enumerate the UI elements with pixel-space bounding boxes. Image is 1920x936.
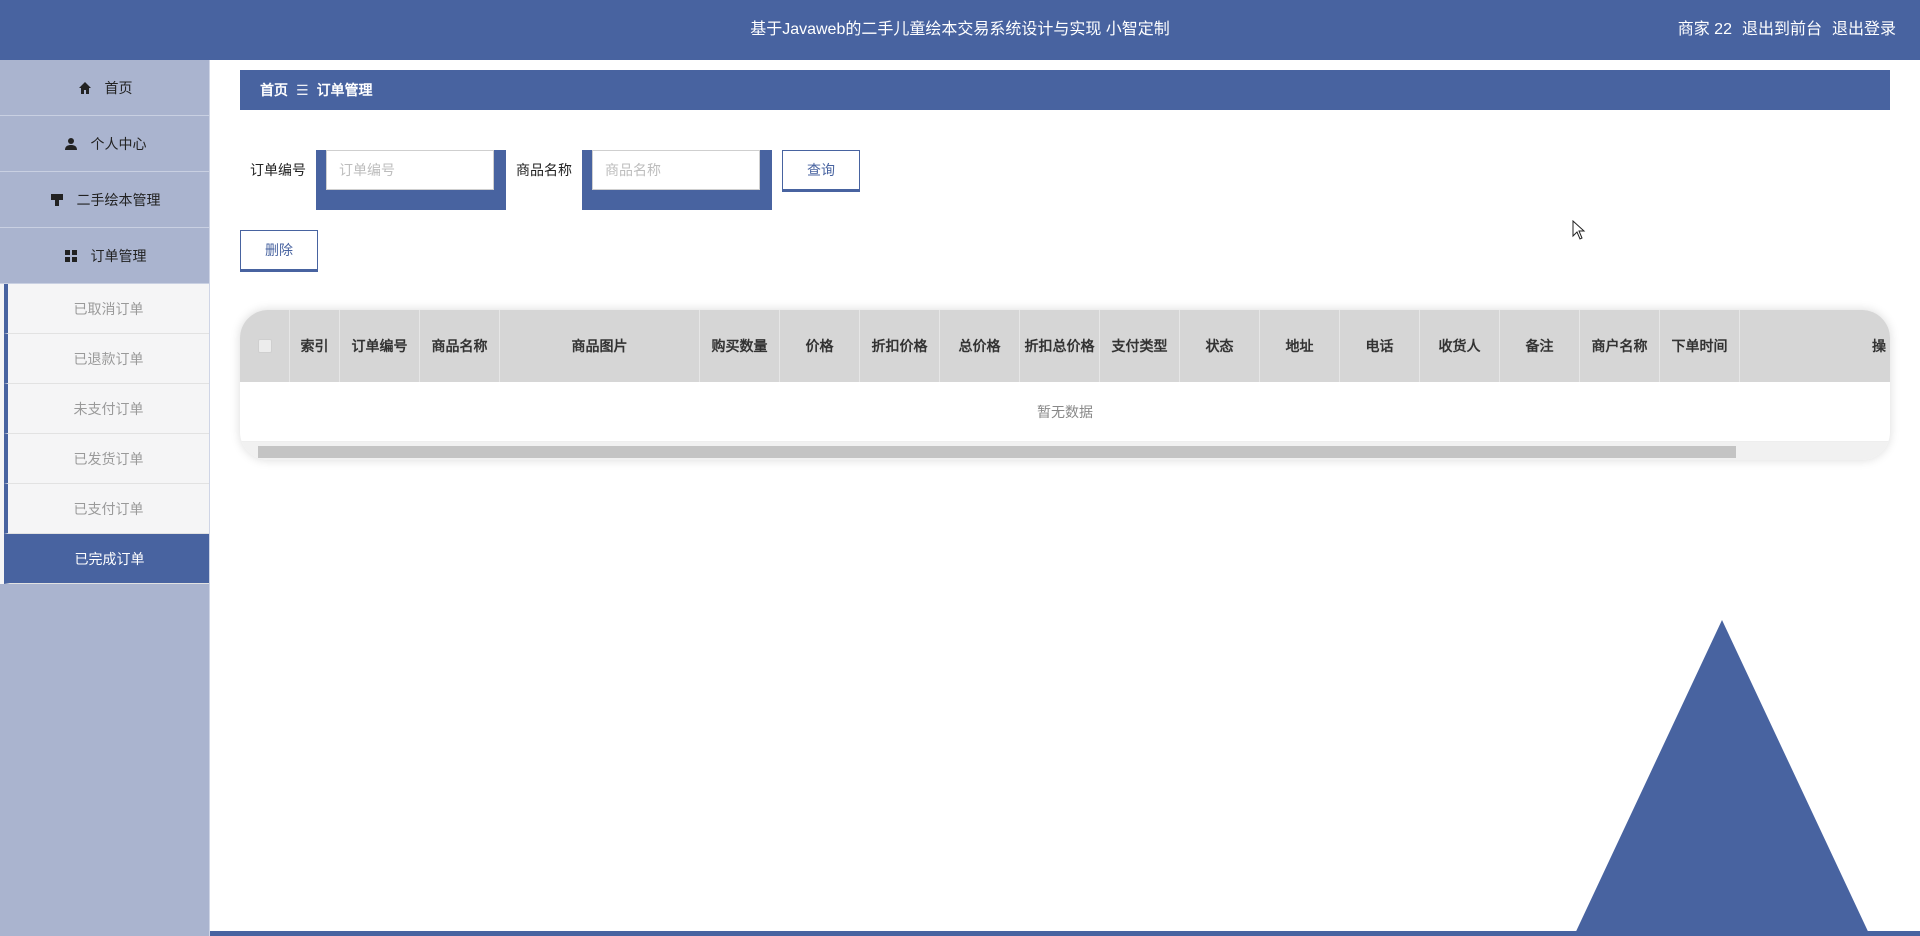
column-header[interactable]: 支付类型 (1100, 310, 1180, 382)
empty-text: 暂无数据 (1037, 403, 1093, 420)
column-header[interactable]: 下单时间 (1660, 310, 1740, 382)
goods-name-label: 商品名称 (516, 162, 572, 178)
sidebar-item-label: 个人中心 (90, 135, 147, 152)
column-header[interactable]: 电话 (1340, 310, 1420, 382)
header-actions: 商家 22 退出到前台 退出登录 (1678, 0, 1896, 60)
table-empty-row: 暂无数据 (240, 382, 1890, 442)
breadcrumb-home[interactable]: 首页 (260, 80, 288, 100)
breadcrumb-separator-icon: ☰ (296, 81, 309, 98)
column-header[interactable]: 收货人 (1420, 310, 1500, 382)
table-header: 索引 订单编号 商品名称 商品图片 购买数量 价格 折扣价格 总价格 折扣总价格… (240, 310, 1890, 382)
user-icon (63, 136, 79, 152)
order-submenu: 已取消订单 已退款订单 未支付订单 已发货订单 已支付订单 已完成订单 (0, 284, 209, 584)
sidebar-item-label: 二手绘本管理 (76, 191, 161, 208)
column-header[interactable]: 总价格 (940, 310, 1020, 382)
grid-icon (63, 248, 79, 264)
column-header[interactable]: 购买数量 (700, 310, 780, 382)
column-header[interactable]: 地址 (1260, 310, 1340, 382)
sidebar: 首页 个人中心 二手绘本管理 订单管理 已取消订单 已退款订单 未支付订单 已发… (0, 60, 210, 936)
submenu-item-shipped-orders[interactable]: 已发货订单 (4, 434, 209, 484)
sidebar-item-label: 订单管理 (90, 247, 147, 264)
goods-name-input[interactable] (592, 150, 760, 190)
paint-brush-icon (49, 192, 65, 208)
submenu-item-cancelled-orders[interactable]: 已取消订单 (4, 284, 209, 334)
select-all-checkbox[interactable] (257, 339, 272, 353)
breadcrumb: 首页 ☰ 订单管理 (240, 70, 1890, 110)
sidebar-item-order-management[interactable]: 订单管理 (0, 228, 209, 284)
sidebar-item-personal-center[interactable]: 个人中心 (0, 116, 209, 172)
select-all-cell (240, 310, 290, 382)
query-button[interactable]: 查询 (782, 150, 860, 190)
column-header[interactable]: 订单编号 (340, 310, 420, 382)
decorative-triangle (1573, 620, 1871, 936)
order-no-label: 订单编号 (250, 162, 306, 178)
order-no-input[interactable] (326, 150, 494, 190)
home-icon (77, 80, 93, 96)
column-header: 操 (1872, 338, 1886, 354)
submenu-item-unpaid-orders[interactable]: 未支付订单 (4, 384, 209, 434)
top-header: 基于Javaweb的二手儿童绘本交易系统设计与实现 小智定制 商家 22 退出到… (0, 0, 1920, 60)
horizontal-scrollbar[interactable] (240, 442, 1890, 460)
goods-name-field-wrapper (582, 150, 772, 210)
orders-table: 索引 订单编号 商品名称 商品图片 购买数量 价格 折扣价格 总价格 折扣总价格… (240, 310, 1890, 460)
bottom-border (210, 931, 1920, 936)
column-header[interactable]: 商品名称 (420, 310, 500, 382)
breadcrumb-current: 订单管理 (316, 82, 373, 98)
column-header[interactable]: 状态 (1180, 310, 1260, 382)
logout-link[interactable]: 退出登录 (1832, 0, 1896, 60)
sidebar-item-home[interactable]: 首页 (0, 60, 209, 116)
delete-button[interactable]: 删除 (240, 230, 318, 270)
column-header[interactable]: 折扣价格 (860, 310, 940, 382)
submenu-item-completed-orders[interactable]: 已完成订单 (4, 534, 209, 584)
sidebar-item-label: 首页 (104, 79, 133, 96)
mouse-cursor-icon (1572, 220, 1586, 240)
search-bar: 订单编号 商品名称 查询 (250, 150, 860, 210)
back-to-front-link[interactable]: 退出到前台 (1742, 0, 1822, 60)
current-user: 商家 22 (1677, 21, 1732, 38)
app-title: 基于Javaweb的二手儿童绘本交易系统设计与实现 小智定制 (750, 21, 1170, 38)
column-header[interactable]: 备注 (1500, 310, 1580, 382)
scrollbar-thumb[interactable] (258, 446, 1736, 458)
column-header[interactable]: 商户名称 (1580, 310, 1660, 382)
column-header[interactable]: 价格 (780, 310, 860, 382)
submenu-item-refunded-orders[interactable]: 已退款订单 (4, 334, 209, 384)
order-no-field-wrapper (316, 150, 506, 210)
submenu-item-paid-orders[interactable]: 已支付订单 (4, 484, 209, 534)
column-header[interactable]: 折扣总价格 (1020, 310, 1100, 382)
column-header[interactable]: 索引 (290, 310, 340, 382)
sidebar-item-book-management[interactable]: 二手绘本管理 (0, 172, 209, 228)
column-header[interactable]: 商品图片 (500, 310, 700, 382)
